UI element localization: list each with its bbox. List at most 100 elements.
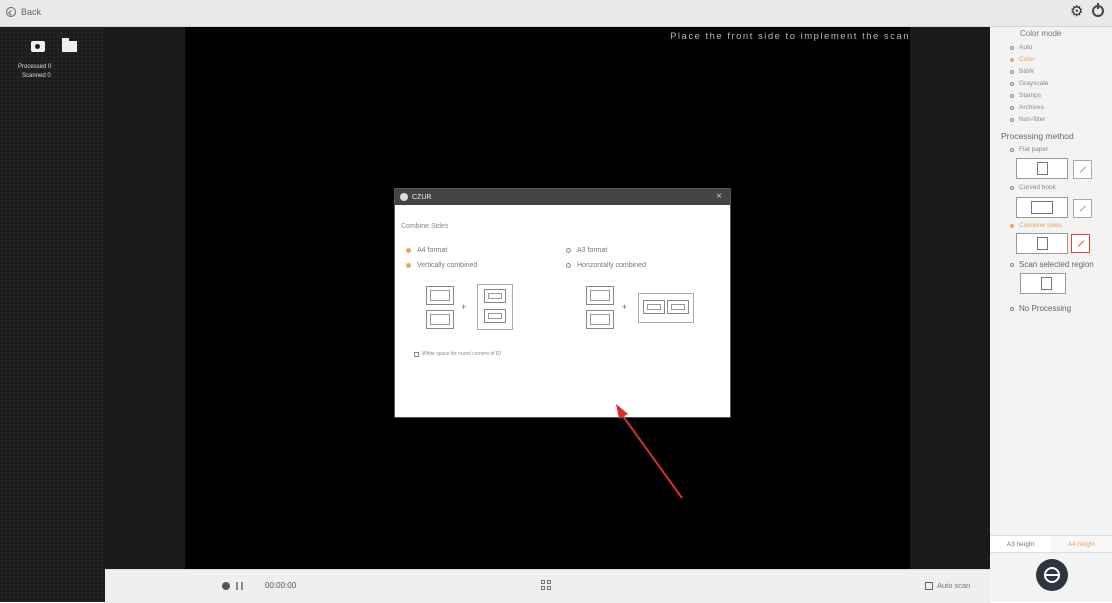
radio-unselected-icon (1010, 185, 1014, 190)
white-space-checkbox[interactable] (414, 351, 419, 357)
radio-unselected-icon (1010, 262, 1014, 267)
czur-logo-icon (400, 193, 408, 201)
color-mode-archives[interactable]: Archives (1010, 104, 1044, 111)
radio-unselected-icon (566, 248, 571, 253)
flat-paper-label: Flat paper (1019, 146, 1049, 153)
grid-view-icon[interactable] (541, 580, 553, 592)
processing-scan-region[interactable]: Scan selected region (1010, 260, 1094, 269)
camera-icon[interactable] (31, 41, 45, 52)
color-mode-stamps[interactable]: Stamps (1010, 92, 1041, 99)
radio-unselected-icon (1010, 69, 1014, 74)
power-icon[interactable] (1092, 3, 1104, 17)
combine-sides-icon[interactable] (1016, 233, 1068, 254)
result-front-icon (643, 300, 665, 314)
tab-a3-height[interactable]: A3 height (990, 536, 1051, 552)
radio-selected-icon (1010, 57, 1014, 62)
processed-count: 0 (48, 64, 52, 70)
tab-a4-height[interactable]: A4 height (1051, 536, 1112, 552)
top-bar: Back ⚙ (0, 0, 1112, 27)
curved-book-edit-icon[interactable] (1073, 199, 1092, 218)
color-mode-label: Grayscale (1019, 80, 1049, 87)
result-front-icon (484, 289, 506, 303)
dialog-titlebar: CZUR (395, 189, 730, 205)
radio-unselected-icon (1010, 306, 1014, 311)
id-front-illustration (426, 286, 454, 305)
a3-format-option[interactable]: A3 format (566, 247, 607, 254)
color-mode-bw[interactable]: B&W (1010, 68, 1034, 75)
radio-unselected-icon (1010, 93, 1014, 98)
color-mode-label: Archives (1019, 104, 1044, 111)
color-mode-label: Auto (1019, 44, 1033, 51)
scan-region-label: Scan selected region (1019, 260, 1094, 269)
height-tabs: A3 height A4 height (990, 535, 1112, 553)
vertically-combined-option[interactable]: Vertically combined (406, 262, 477, 269)
horizontally-combined-label: Horizontally combined (577, 262, 646, 269)
scan-counts: Processed 0 Scanned 0 (18, 63, 51, 81)
scan-button[interactable] (1036, 559, 1068, 591)
vertically-combined-label: Vertically combined (417, 262, 478, 269)
a3-format-label: A3 format (577, 247, 608, 254)
close-icon[interactable]: × (716, 191, 722, 202)
left-panel: Processed 0 Scanned 0 (0, 27, 105, 602)
radio-unselected-icon (1010, 117, 1014, 122)
id-back-illustration (426, 310, 454, 329)
timer: 00:00:00 (265, 581, 297, 590)
pause-icon[interactable] (236, 582, 243, 590)
gear-icon[interactable]: ⚙ (1070, 4, 1083, 20)
processed-label: Processed (18, 64, 47, 70)
white-space-checkbox-row[interactable]: White space for round corners of ID (414, 351, 501, 357)
plus-icon: + (622, 302, 628, 312)
flat-paper-edit-icon[interactable] (1073, 160, 1092, 179)
processing-flat-paper[interactable]: Flat paper (1010, 146, 1048, 153)
color-mode-label: B&W (1019, 68, 1034, 75)
color-mode-non-filter[interactable]: Non-filter (1010, 116, 1045, 123)
radio-selected-icon (1010, 223, 1014, 228)
dialog-title: CZUR (412, 193, 432, 201)
result-back-icon (484, 309, 506, 323)
settings-panel: Color mode Auto Color B&W Grayscale Stam… (990, 27, 1112, 602)
curved-book-label: Curved book (1019, 184, 1056, 191)
id-back-illustration (586, 310, 614, 329)
processing-method-title: Processing method (1001, 131, 1074, 141)
processing-combine-sides[interactable]: Combine sides (1010, 222, 1062, 229)
folder-icon[interactable] (62, 38, 77, 52)
radio-unselected-icon (566, 263, 571, 268)
a4-format-option[interactable]: A4 format (406, 247, 447, 254)
combine-sides-label: Combine sides (1019, 222, 1062, 229)
a4-format-label: A4 format (417, 247, 448, 254)
placement-hint: Place the front side to implement the sc… (670, 31, 910, 42)
color-mode-label: Stamps (1019, 92, 1042, 99)
horizontally-combined-option[interactable]: Horizontally combined (566, 262, 646, 269)
back-button[interactable]: Back (6, 7, 41, 17)
color-mode-label: Color (1019, 56, 1035, 63)
record-icon[interactable] (222, 582, 230, 590)
radio-unselected-icon (1010, 45, 1014, 50)
auto-scan-toggle[interactable]: Auto scan (925, 581, 970, 590)
bottom-bar: 00:00:00 Auto scan (105, 569, 990, 603)
combine-sides-settings-icon[interactable] (1071, 234, 1090, 253)
dialog-heading: Combine Sides (401, 223, 449, 230)
back-label: Back (21, 7, 42, 17)
flat-paper-icon[interactable] (1016, 158, 1068, 179)
color-mode-label: Non-filter (1019, 116, 1046, 123)
scan-region-icon[interactable] (1020, 273, 1066, 294)
auto-scan-checkbox[interactable] (925, 581, 933, 590)
auto-scan-label: Auto scan (937, 581, 971, 590)
white-space-label: White space for round corners of ID (422, 351, 501, 357)
plus-icon: + (461, 302, 467, 312)
radio-unselected-icon (1010, 147, 1014, 152)
scanned-count: 0 (47, 73, 51, 79)
curved-book-icon[interactable] (1016, 197, 1068, 218)
radio-selected-icon (406, 248, 411, 253)
result-back-icon (667, 300, 689, 314)
scanned-label: Scanned (22, 73, 46, 79)
combine-sides-dialog: CZUR × Combine Sides A4 format Verticall… (395, 189, 730, 417)
processing-none[interactable]: No Processing (1010, 304, 1071, 313)
radio-unselected-icon (1010, 81, 1014, 86)
processing-curved-book[interactable]: Curved book (1010, 184, 1056, 191)
color-mode-color[interactable]: Color (1010, 56, 1035, 63)
color-mode-auto[interactable]: Auto (1010, 44, 1032, 51)
id-front-illustration (586, 286, 614, 305)
no-processing-label: No Processing (1019, 304, 1072, 313)
color-mode-grayscale[interactable]: Grayscale (1010, 80, 1048, 87)
